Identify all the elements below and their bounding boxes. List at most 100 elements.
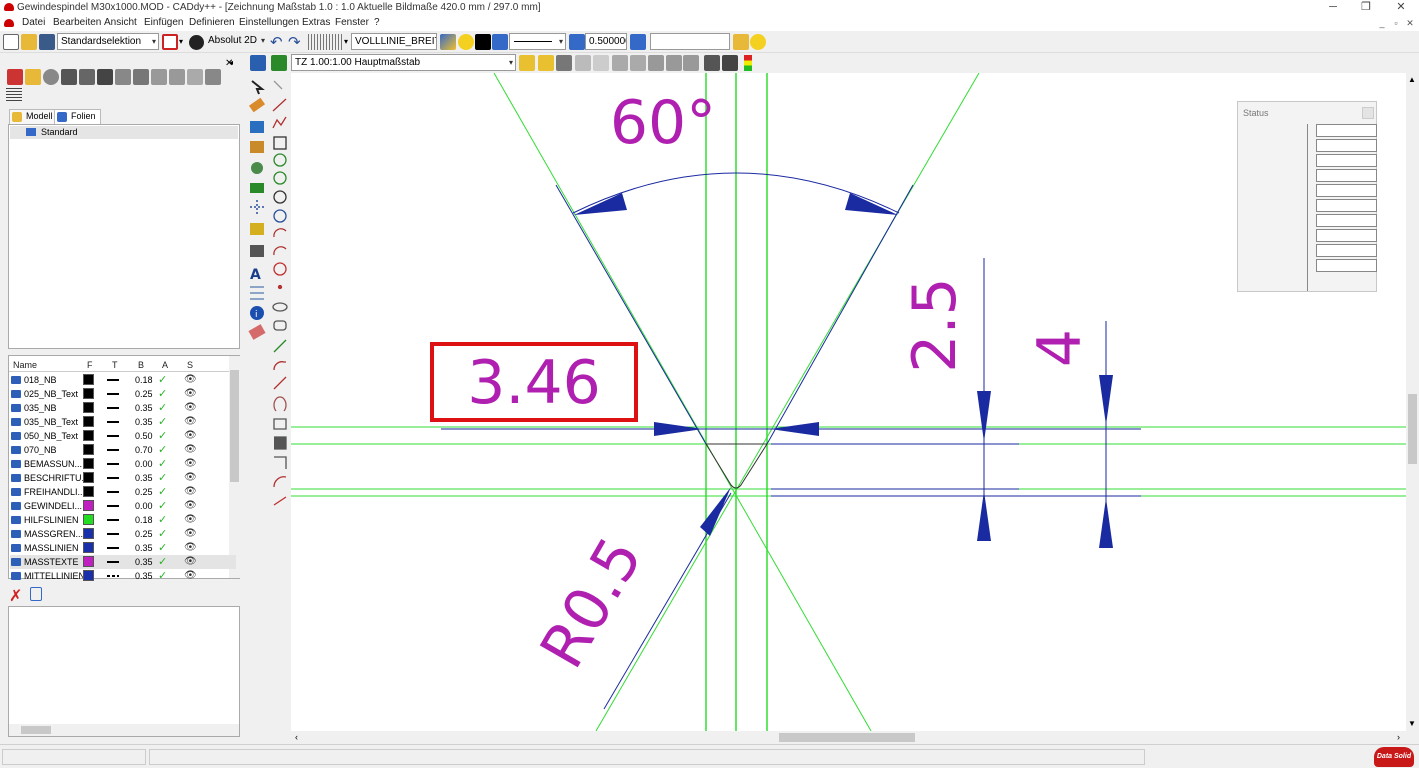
layer-row[interactable]: 035_NB_Text 0.35 ✓ 👁 <box>10 415 236 429</box>
layer-row[interactable]: MASSTEXTE 0.35 ✓ 👁 <box>10 555 236 569</box>
layer-row[interactable]: MASSGREN... 0.25 ✓ 👁 <box>10 527 236 541</box>
layer-row[interactable]: 025_NB_Text 0.25 ✓ 👁 <box>10 387 236 401</box>
lightbulb-icon[interactable] <box>458 34 474 50</box>
width-dimension-text[interactable]: 3.46 <box>467 348 601 418</box>
layer-linetype[interactable] <box>107 561 119 563</box>
layer-stack-icon[interactable] <box>569 34 585 50</box>
layer-color-swatch[interactable] <box>83 514 94 525</box>
lightbulb-icon[interactable] <box>750 34 766 50</box>
layer-color-swatch[interactable] <box>83 486 94 497</box>
layer-line-width[interactable]: 0.35 <box>135 557 153 567</box>
eye-icon[interactable]: 👁 <box>184 374 197 385</box>
layer-linetype[interactable] <box>107 575 119 577</box>
layer-line-width[interactable]: 0.35 <box>135 571 153 581</box>
coord-mode-select[interactable]: Absolut 2D ▾ <box>205 33 267 50</box>
traffic-light-icon[interactable] <box>744 55 752 71</box>
depth-dimension-text[interactable]: 2.5 <box>900 277 970 372</box>
layer-color-swatch[interactable] <box>83 542 94 553</box>
menu-bearbeiten[interactable]: Bearbeiten <box>53 17 101 28</box>
layer-icon[interactable] <box>7 69 23 85</box>
layer-linetype[interactable] <box>107 379 119 381</box>
status-panel-close-button[interactable] <box>1362 107 1374 119</box>
column-f[interactable]: F <box>87 360 93 370</box>
column-t[interactable]: T <box>112 360 118 370</box>
crosshair-icon[interactable] <box>151 69 167 85</box>
new-file-icon[interactable] <box>3 34 19 50</box>
column-a[interactable]: A <box>162 360 168 370</box>
undo-icon[interactable]: ↶ <box>270 33 283 51</box>
eye-icon[interactable]: 👁 <box>184 388 197 399</box>
redo-icon[interactable]: ↷ <box>288 33 301 51</box>
menu-einstellungen[interactable]: Einstellungen <box>239 17 299 28</box>
height-dimension-text[interactable]: 4 <box>1025 329 1095 367</box>
layer-row[interactable]: BEMASSUN... 0.00 ✓ 👁 <box>10 457 236 471</box>
menu-definieren[interactable]: Definieren <box>189 17 235 28</box>
eye-icon[interactable]: 👁 <box>184 500 197 511</box>
checkmark-icon[interactable]: ✓ <box>158 471 167 484</box>
checkmark-icon[interactable]: ✓ <box>158 541 167 554</box>
view-icon[interactable] <box>704 55 720 71</box>
chevron-down-icon[interactable]: ▾ <box>179 37 183 46</box>
layer-linetype[interactable] <box>107 533 119 535</box>
layer-row[interactable]: MITTELLINIEN 0.35 ✓ 👁 <box>10 569 236 583</box>
menu-help[interactable]: ? <box>374 17 380 28</box>
layer-stack-icon[interactable] <box>492 34 508 50</box>
layer-color-swatch[interactable] <box>83 570 94 581</box>
checkmark-icon[interactable]: ✓ <box>158 499 167 512</box>
mdi-close-button[interactable]: ✕ <box>1404 17 1416 29</box>
edit-icon[interactable] <box>79 69 95 85</box>
window-icon[interactable] <box>187 69 203 85</box>
layer-linetype[interactable] <box>107 463 119 465</box>
selection-filter-icon[interactable] <box>162 34 178 50</box>
scroll-down-icon[interactable]: ▼ <box>1408 719 1416 728</box>
folder-icon[interactable] <box>733 34 749 50</box>
layer-row[interactable]: MASSLINIEN 0.35 ✓ 👁 <box>10 541 236 555</box>
layer-linetype[interactable] <box>107 435 119 437</box>
search-icon[interactable] <box>43 69 59 85</box>
column-b[interactable]: B <box>138 360 144 370</box>
line-width-field[interactable]: 0.500000 <box>585 33 627 50</box>
eye-icon[interactable]: 👁 <box>184 542 197 553</box>
tab-folien[interactable]: Folien <box>54 109 101 124</box>
layer-line-width[interactable]: 0.25 <box>135 389 153 399</box>
draw-icon[interactable] <box>97 69 113 85</box>
cube-icon[interactable] <box>205 69 221 85</box>
layer-row[interactable]: 035_NB 0.35 ✓ 👁 <box>10 401 236 415</box>
panel-pin-icon[interactable]: ◂ <box>229 58 233 67</box>
menu-extras[interactable]: Extras <box>302 17 330 28</box>
layer-line-width[interactable]: 0.18 <box>135 515 153 525</box>
layer-line-width[interactable]: 0.25 <box>135 487 153 497</box>
open-folder-icon[interactable] <box>21 34 37 50</box>
layer-line-width[interactable]: 0.50 <box>135 431 153 441</box>
layer-line-width[interactable]: 0.18 <box>135 375 153 385</box>
scroll-up-icon[interactable]: ▲ <box>1408 75 1416 84</box>
layer-color-swatch[interactable] <box>83 374 94 385</box>
layer-linetype[interactable] <box>107 421 119 423</box>
eye-icon[interactable]: 👁 <box>184 402 197 413</box>
pan-hand-icon[interactable] <box>593 55 609 71</box>
layer-line-width[interactable]: 0.35 <box>135 473 153 483</box>
zoom-previous-icon[interactable] <box>666 55 682 71</box>
layer-color-swatch[interactable] <box>83 388 94 399</box>
refresh-icon[interactable] <box>722 55 738 71</box>
eye-icon[interactable]: 👁 <box>184 458 197 469</box>
checkmark-icon[interactable]: ✓ <box>158 401 167 414</box>
zoom-extents-icon[interactable] <box>648 55 664 71</box>
delete-icon[interactable]: ✗ <box>9 586 22 606</box>
layer-linetype[interactable] <box>107 477 119 479</box>
chevron-down-icon[interactable]: ▾ <box>344 37 348 46</box>
layer-linetype[interactable] <box>107 491 119 493</box>
printer-icon[interactable] <box>250 55 266 71</box>
layer-stack-icon[interactable] <box>440 34 456 50</box>
tab-modell[interactable]: Modell <box>9 109 58 124</box>
layer-linetype[interactable] <box>107 505 119 507</box>
zoom-out-icon[interactable] <box>630 55 646 71</box>
globe-icon[interactable] <box>189 35 204 50</box>
linetype-field[interactable]: VOLLLINIE_BREIT <box>351 33 437 50</box>
checkmark-icon[interactable]: ✓ <box>158 443 167 456</box>
table-icon[interactable] <box>115 69 131 85</box>
checkmark-icon[interactable]: ✓ <box>158 569 167 582</box>
checkmark-icon[interactable]: ✓ <box>158 415 167 428</box>
eye-icon[interactable]: 👁 <box>184 570 197 581</box>
checkmark-icon[interactable]: ✓ <box>158 387 167 400</box>
